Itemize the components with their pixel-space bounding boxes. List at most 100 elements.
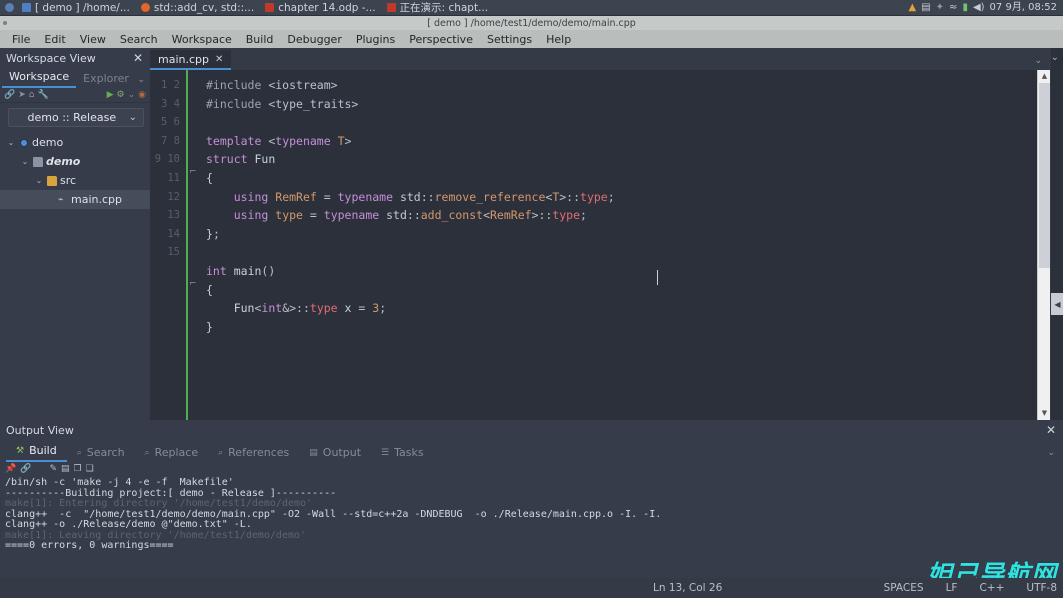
chevron-down-icon[interactable]: ⌄ <box>137 75 150 88</box>
text-caret <box>657 270 658 285</box>
project-selector[interactable]: demo :: Release ⌄ <box>8 108 144 127</box>
statusbar: Ln 13, Col 26 SPACES LF C++ UTF-8 <box>0 578 1063 598</box>
tab-label: References <box>228 446 290 459</box>
taskbar-item-3[interactable]: 正在演示: chapt... <box>383 0 496 16</box>
fold-toggle-icon[interactable]: ⌐ <box>189 280 197 289</box>
wifi-icon[interactable]: ≈ <box>949 2 957 13</box>
tab-search[interactable]: ⌕ Search <box>67 445 135 462</box>
system-tray: ▲ ▤ ✦ ≈ ▮ ◀) 07 9月, 08:52 <box>909 0 1063 16</box>
chevron-down-icon[interactable]: ⌄ <box>1051 52 1059 63</box>
menu-help[interactable]: Help <box>539 31 578 48</box>
chevron-down-icon[interactable]: ⌄ <box>34 176 44 185</box>
link-icon[interactable]: 🔗 <box>20 464 31 474</box>
bluetooth-icon[interactable]: ✦ <box>936 2 944 13</box>
workspace-disc-icon <box>19 137 29 148</box>
menu-file[interactable]: File <box>5 31 37 48</box>
tab-build[interactable]: ⚒ Build <box>6 443 67 462</box>
close-icon[interactable]: ✕ <box>130 51 146 65</box>
run-icon[interactable]: ▶ <box>107 90 114 100</box>
wrench-icon[interactable]: 🔧 <box>37 90 48 100</box>
tab-references[interactable]: ⌕ References <box>208 445 299 462</box>
tree-node-src[interactable]: ⌄ src <box>0 171 150 190</box>
menu-debugger[interactable]: Debugger <box>280 31 348 48</box>
source-code[interactable]: #include <iostream> #include <type_trait… <box>196 70 1050 336</box>
tab-workspace[interactable]: Workspace <box>2 69 77 88</box>
main-area: Workspace View ✕ Workspace Explorer ⌄ 🔗 … <box>0 48 1063 420</box>
menu-view[interactable]: View <box>73 31 113 48</box>
pin-icon[interactable]: 📌 <box>5 464 16 474</box>
tree-node-label: src <box>60 174 77 187</box>
fold-margin[interactable]: ⌐ ⌐ <box>186 70 197 420</box>
scrollbar-thumb[interactable] <box>1039 83 1050 268</box>
show-desktop-icon[interactable] <box>0 0 18 16</box>
menu-plugins[interactable]: Plugins <box>349 31 402 48</box>
clock[interactable]: 07 9月, 08:52 <box>990 2 1057 13</box>
battery-icon[interactable]: ▮ <box>962 2 968 13</box>
taskbar-item-0[interactable]: [ demo ] /home/... <box>18 0 137 16</box>
output-panel-header: Output View ✕ <box>0 420 1063 440</box>
editor-body: 1 2 3 4 5 6 7 8 9 10 11 12 13 14 15 ⌐ ⌐ … <box>150 70 1050 420</box>
volume-icon[interactable]: ◀) <box>973 2 985 13</box>
tab-label: Search <box>86 446 125 459</box>
chevron-down-icon[interactable]: ⌄ <box>20 157 30 166</box>
tree-node-project[interactable]: ⌄ demo <box>0 152 150 171</box>
save-icon[interactable]: ▤ <box>61 464 70 474</box>
tab-replace[interactable]: ⌕ Replace <box>135 445 209 462</box>
build-log[interactable]: /bin/sh -c 'make -j 4 -e -f Makefile' --… <box>0 476 1063 578</box>
tree-node-workspace[interactable]: ⌄ demo <box>0 133 150 152</box>
close-icon[interactable]: ✕ <box>215 54 223 65</box>
link-icon[interactable]: 🔗 <box>4 90 15 100</box>
home-icon[interactable]: ⌂ <box>29 90 35 100</box>
editor-tab-main-cpp[interactable]: main.cpp ✕ <box>150 50 232 70</box>
menu-search[interactable]: Search <box>113 31 165 48</box>
impress-icon <box>386 3 396 12</box>
copy-icon[interactable]: ❐ <box>74 464 82 474</box>
taskbar-item-label: chapter 14.odp -... <box>278 1 376 14</box>
status-indent[interactable]: SPACES <box>884 582 924 594</box>
clear-icon[interactable]: ✎ <box>49 464 57 474</box>
warning-icon[interactable]: ▲ <box>909 2 917 13</box>
taskbar-item-label: [ demo ] /home/... <box>35 1 130 14</box>
log-line: clang++ -o ./Release/demo @"demo.txt" -L… <box>5 519 252 530</box>
taskbar-item-1[interactable]: std::add_cv, std::... <box>137 0 261 16</box>
tree-node-main-cpp[interactable]: ⌁ main.cpp <box>0 190 150 209</box>
keyboard-icon[interactable]: ▤ <box>921 2 930 13</box>
workspace-panel: Workspace View ✕ Workspace Explorer ⌄ 🔗 … <box>0 48 150 420</box>
send-icon[interactable]: ➤ <box>18 90 26 100</box>
fold-toggle-icon[interactable]: ⌐ <box>189 168 197 177</box>
taskbar-item-2[interactable]: chapter 14.odp -... <box>261 0 382 16</box>
output-tabs: ⚒ Build ⌕ Search ⌕ Replace ⌕ References … <box>0 440 1063 462</box>
status-line-col: Ln 13, Col 26 <box>653 582 723 594</box>
chevron-down-icon[interactable]: ⌄ <box>128 90 136 100</box>
tree-node-label: main.cpp <box>71 193 122 206</box>
editor-vertical-scrollbar[interactable]: ▲ ▼ <box>1037 70 1050 420</box>
menu-workspace[interactable]: Workspace <box>165 31 239 48</box>
tab-explorer[interactable]: Explorer <box>76 71 136 88</box>
code-canvas[interactable]: #include <iostream> #include <type_trait… <box>196 70 1050 420</box>
search-icon: ⌕ <box>76 447 82 458</box>
menu-settings[interactable]: Settings <box>480 31 539 48</box>
copyall-icon[interactable]: ❑ <box>86 464 94 474</box>
stop-icon[interactable]: ◉ <box>138 90 146 100</box>
chevron-down-icon[interactable]: ⌄ <box>1047 448 1063 462</box>
status-encoding[interactable]: UTF-8 <box>1026 582 1057 594</box>
tab-tasks[interactable]: ☰ Tasks <box>371 445 434 462</box>
tab-output[interactable]: ▤ Output <box>299 445 371 462</box>
scroll-up-arrow-icon[interactable]: ▲ <box>1038 70 1050 83</box>
chevron-down-icon[interactable]: ⌄ <box>6 138 16 147</box>
chevron-down-icon[interactable]: ⌄ <box>1034 56 1050 70</box>
window-menu-icon[interactable] <box>3 21 7 25</box>
ide-window: [ demo ] /home/... std::add_cv, std::...… <box>0 0 1063 598</box>
menu-build[interactable]: Build <box>239 31 281 48</box>
status-language[interactable]: C++ <box>979 582 1004 594</box>
close-icon[interactable]: ✕ <box>1043 423 1059 437</box>
status-eol[interactable]: LF <box>946 582 958 594</box>
menu-edit[interactable]: Edit <box>37 31 72 48</box>
app-window-icon <box>22 3 31 12</box>
build-icon[interactable]: ⚙ <box>117 90 125 100</box>
collapse-right-panel-button[interactable]: ◀ <box>1051 293 1063 315</box>
menu-perspective[interactable]: Perspective <box>402 31 480 48</box>
output-icon: ▤ <box>309 447 318 458</box>
tab-label: Tasks <box>394 446 424 459</box>
scroll-down-arrow-icon[interactable]: ▼ <box>1038 407 1050 420</box>
